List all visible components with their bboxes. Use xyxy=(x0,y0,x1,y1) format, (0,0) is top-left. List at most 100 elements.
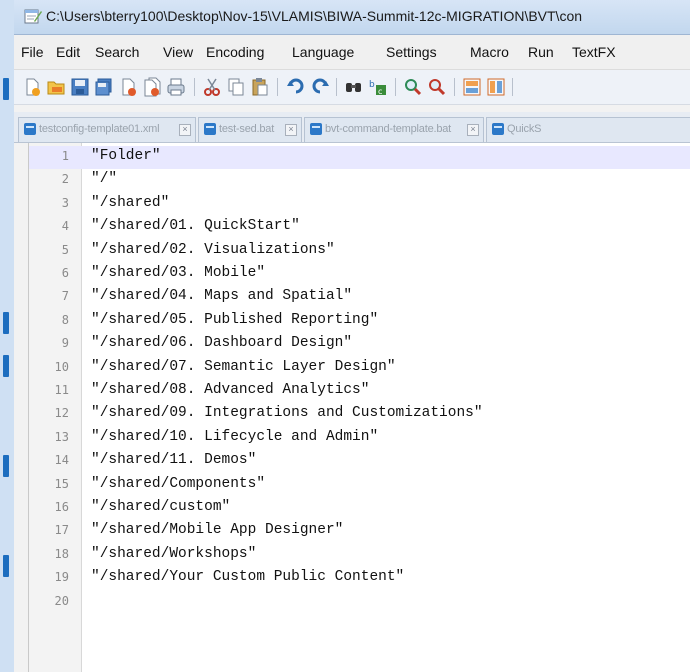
menu-language[interactable]: Language xyxy=(292,44,354,60)
editor-line[interactable]: 5 "/shared/02. Visualizations" xyxy=(29,240,690,263)
save-all-icon[interactable] xyxy=(94,77,114,97)
line-text: "/shared/Workshops" xyxy=(91,545,257,562)
redo-icon[interactable] xyxy=(310,77,330,97)
editor-line[interactable]: 17 "/shared/Mobile App Designer" xyxy=(29,520,690,543)
title-bar[interactable]: C:\Users\bterry100\Desktop\Nov-15\VLAMIS… xyxy=(14,0,690,35)
editor-line[interactable]: 1 "Folder" xyxy=(29,146,690,170)
menu-settings[interactable]: Settings xyxy=(386,44,437,60)
zoom-out-icon[interactable] xyxy=(427,77,447,97)
tab-close-icon[interactable]: × xyxy=(179,124,191,136)
line-number: 12 xyxy=(54,406,69,421)
toolbar: bc xyxy=(14,70,690,105)
line-number: 14 xyxy=(54,453,69,468)
line-text: "/shared/07. Semantic Layer Design" xyxy=(91,358,396,375)
line-number: 13 xyxy=(54,429,69,444)
editor-line[interactable]: 8 "/shared/05. Published Reporting" xyxy=(29,310,690,333)
file-saved-icon xyxy=(24,123,36,135)
tab-label: bvt-command-template.bat xyxy=(325,123,452,135)
cut-icon[interactable] xyxy=(202,77,222,97)
close-icon[interactable] xyxy=(118,77,138,97)
line-number: 9 xyxy=(61,336,69,351)
file-saved-icon xyxy=(310,123,322,135)
editor-line[interactable]: 12 "/shared/09. Integrations and Customiz… xyxy=(29,403,690,426)
line-number: 15 xyxy=(54,476,69,491)
menu-search[interactable]: Search xyxy=(95,44,139,60)
tab-label: QuickS xyxy=(507,123,542,135)
menu-file[interactable]: File xyxy=(21,44,44,60)
save-icon[interactable] xyxy=(70,77,90,97)
line-number: 17 xyxy=(54,523,69,538)
line-number: 18 xyxy=(54,546,69,561)
line-text: "Folder" xyxy=(91,148,161,164)
editor-line[interactable]: 19 "/shared/Your Custom Public Content" xyxy=(29,567,690,590)
line-number: 6 xyxy=(61,266,69,280)
sync-vertical-icon[interactable] xyxy=(462,77,482,97)
find-icon[interactable] xyxy=(344,77,364,97)
editor-line[interactable]: 13 "/shared/10. Lifecycle and Admin" xyxy=(29,427,690,450)
editor-line[interactable]: 7 "/shared/04. Maps and Spatial" xyxy=(29,286,690,309)
menu-macro[interactable]: Macro xyxy=(470,44,509,60)
editor-line[interactable]: 4 "/shared/01. QuickStart" xyxy=(29,216,690,239)
undo-icon[interactable] xyxy=(286,77,306,97)
line-text: "/shared" xyxy=(91,194,170,211)
application-window: C:\Users\bterry100\Desktop\Nov-15\VLAMIS… xyxy=(0,0,690,672)
document-tab-bar: testconfig-template01.xml × test-sed.bat… xyxy=(14,112,690,143)
line-number: 11 xyxy=(54,383,69,397)
line-number: 5 xyxy=(61,242,69,257)
editor-line[interactable]: 9 "/shared/06. Dashboard Design" xyxy=(29,333,690,356)
sync-horizontal-icon[interactable] xyxy=(486,77,506,97)
editor-line[interactable]: 18 "/shared/Workshops" xyxy=(29,544,690,567)
line-number: 3 xyxy=(61,195,69,210)
line-text: "/shared/09. Integrations and Customizat… xyxy=(91,405,483,422)
editor-line[interactable]: 11 "/shared/08. Advanced Analytics" xyxy=(29,380,690,403)
tab-close-icon[interactable]: × xyxy=(467,124,479,136)
tab-bvt-command-template-bat[interactable]: bvt-command-template.bat × xyxy=(304,117,484,142)
window-title: C:\Users\bterry100\Desktop\Nov-15\VLAMIS… xyxy=(46,8,583,24)
tab-close-icon[interactable]: × xyxy=(285,124,297,136)
line-text: "/shared/11. Demos" xyxy=(91,452,257,469)
copy-icon[interactable] xyxy=(226,77,246,97)
line-number: 2 xyxy=(61,172,69,187)
line-number: 4 xyxy=(61,219,69,234)
menu-edit[interactable]: Edit xyxy=(56,44,80,60)
tab-test-sed-bat[interactable]: test-sed.bat × xyxy=(198,117,302,142)
editor-line[interactable]: 3 "/shared" xyxy=(29,193,690,216)
menu-bar: File Edit Search View Encoding Language … xyxy=(14,35,690,70)
menu-view[interactable]: View xyxy=(163,44,193,60)
line-text: "/shared/Components" xyxy=(91,475,266,492)
tab-testconfig-template01-xml[interactable]: testconfig-template01.xml × xyxy=(18,117,196,142)
line-number: 19 xyxy=(54,570,69,585)
editor-line[interactable]: 2 "/" xyxy=(29,169,690,192)
menu-textfx[interactable]: TextFX xyxy=(572,44,616,60)
editor-line[interactable]: 16 "/shared/custom" xyxy=(29,497,690,520)
editor-line[interactable]: 14 "/shared/11. Demos" xyxy=(29,450,690,473)
open-file-icon[interactable] xyxy=(46,77,66,97)
file-saved-icon xyxy=(204,123,216,135)
line-text: "/shared/Your Custom Public Content" xyxy=(91,569,405,586)
menu-encoding[interactable]: Encoding xyxy=(206,44,264,60)
background-window-edge xyxy=(0,0,14,672)
new-file-icon[interactable] xyxy=(22,77,42,97)
line-text: "/shared/10. Lifecycle and Admin" xyxy=(91,428,379,445)
text-editor[interactable]: 1 "Folder" 2 "/" 3 "/shared" 4 "/shared/01. Qui… xyxy=(28,143,690,672)
paste-icon[interactable] xyxy=(250,77,270,97)
line-text: "/shared/custom" xyxy=(91,499,231,515)
menu-run[interactable]: Run xyxy=(528,44,554,60)
tab-label: testconfig-template01.xml xyxy=(39,123,160,135)
line-text: "/shared/Mobile App Designer" xyxy=(91,522,344,539)
notepad-app-icon xyxy=(24,9,42,24)
line-number: 20 xyxy=(54,593,69,608)
close-all-icon[interactable] xyxy=(142,77,162,97)
editor-line[interactable]: 15 "/shared/Components" xyxy=(29,474,690,497)
replace-icon[interactable]: bc xyxy=(368,77,388,97)
editor-line[interactable]: 6 "/shared/03. Mobile" xyxy=(29,263,690,286)
line-text: "/shared/05. Published Reporting" xyxy=(91,311,379,328)
editor-line[interactable]: 20 xyxy=(29,591,690,614)
print-icon[interactable] xyxy=(166,77,186,97)
line-number: 1 xyxy=(61,149,69,163)
editor-line[interactable]: 10 "/shared/07. Semantic Layer Design" xyxy=(29,357,690,380)
tab-quicks[interactable]: QuickS xyxy=(486,117,690,142)
line-number: 10 xyxy=(54,359,69,374)
file-saved-icon xyxy=(492,123,504,135)
zoom-in-icon[interactable] xyxy=(403,77,423,97)
